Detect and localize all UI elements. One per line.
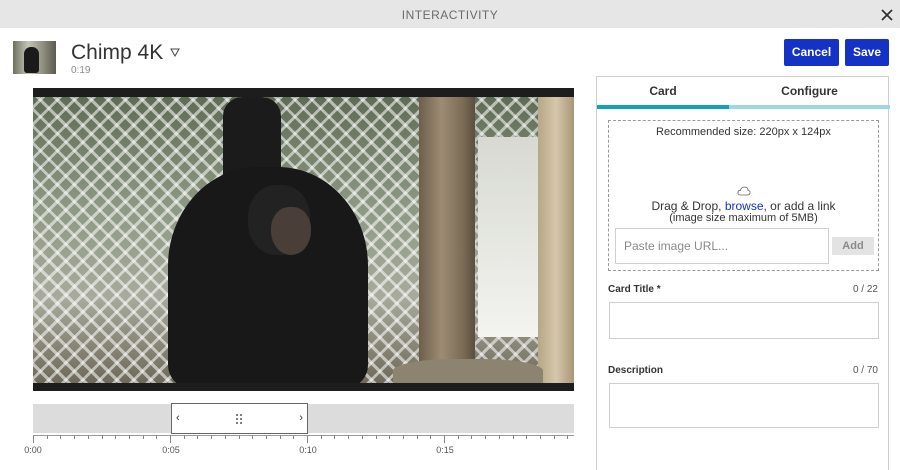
card-editor-panel: Card Configure Recommended size: 220px x… bbox=[596, 76, 890, 470]
card-title-input[interactable] bbox=[609, 302, 879, 339]
tick-label: 0:00 bbox=[24, 445, 42, 455]
card-title-label: Card Title * bbox=[608, 284, 661, 295]
video-player[interactable] bbox=[33, 88, 574, 391]
card-title-count: 0 / 22 bbox=[852, 284, 878, 295]
description-input[interactable] bbox=[609, 383, 879, 428]
video-duration: 0:19 bbox=[71, 65, 91, 76]
browse-link[interactable]: browse bbox=[725, 199, 764, 213]
close-icon[interactable] bbox=[878, 6, 896, 24]
tab-configure[interactable]: Configure bbox=[729, 77, 890, 109]
tab-card[interactable]: Card bbox=[597, 77, 729, 109]
chevron-right-icon[interactable]: › bbox=[299, 412, 303, 424]
dropdown-caret-icon[interactable] bbox=[170, 47, 180, 57]
dialog-title: INTERACTIVITY bbox=[401, 8, 499, 22]
chevron-left-icon[interactable]: ‹ bbox=[176, 412, 180, 424]
video-frame bbox=[33, 97, 574, 383]
image-drop-zone[interactable]: Recommended size: 220px x 124px Drag & D… bbox=[608, 120, 879, 271]
tick-label: 0:05 bbox=[162, 445, 180, 455]
video-header: Chimp 4K 0:19 Cancel Save bbox=[0, 28, 900, 78]
description-label: Description bbox=[608, 365, 664, 376]
image-size-limit-text: (image size maximum of 5MB) bbox=[669, 212, 818, 224]
description-count: 0 / 70 bbox=[852, 365, 878, 376]
video-title: Chimp 4K bbox=[71, 41, 164, 64]
tick-label: 0:10 bbox=[299, 445, 317, 455]
image-url-input[interactable] bbox=[615, 228, 829, 264]
video-thumbnail bbox=[13, 41, 56, 74]
title-bar: INTERACTIVITY bbox=[0, 0, 900, 28]
timeline-ruler bbox=[33, 435, 574, 443]
drag-grip-icon[interactable] bbox=[234, 413, 244, 425]
tick-label: 0:15 bbox=[436, 445, 454, 455]
save-button[interactable]: Save bbox=[845, 39, 889, 66]
add-image-button[interactable]: Add bbox=[832, 237, 874, 255]
recommended-size-text: Recommended size: 220px x 124px bbox=[656, 126, 831, 138]
cancel-button[interactable]: Cancel bbox=[784, 39, 839, 66]
cloud-icon bbox=[737, 186, 751, 196]
drag-drop-text: Drag & Drop, browse, or add a link bbox=[651, 199, 836, 213]
timeline-selection-handle[interactable]: ‹ › bbox=[171, 403, 308, 434]
